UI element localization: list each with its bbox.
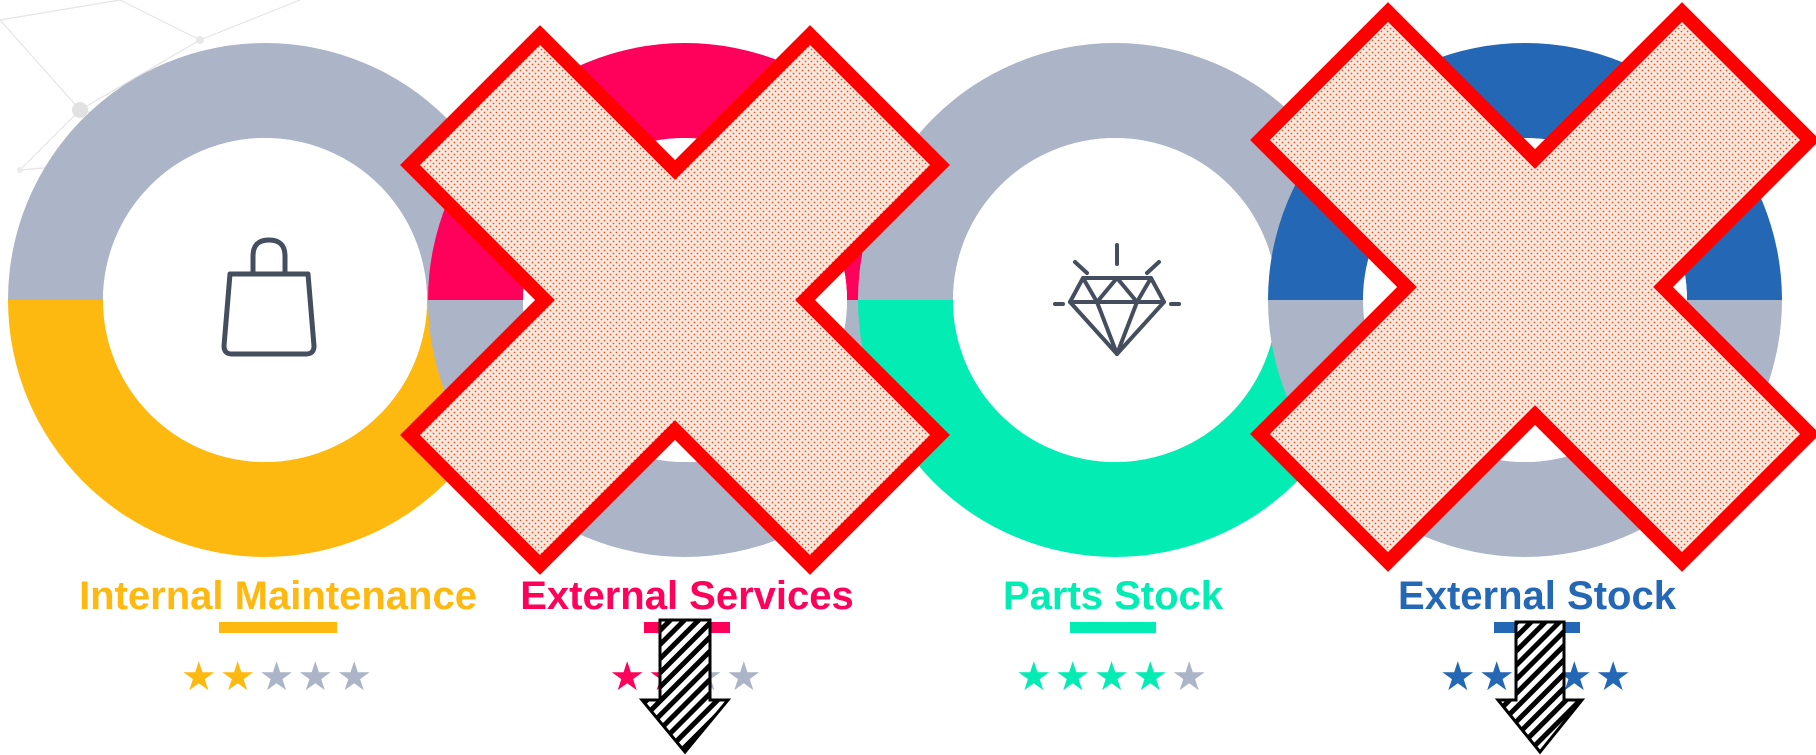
ring-center: [523, 138, 847, 462]
rating-stars-internal-maintenance: ★★★★★: [181, 657, 375, 697]
star-filled-icon: ★: [1517, 654, 1557, 700]
star-filled-icon: ★: [1595, 654, 1635, 700]
star-filled-icon: ★: [219, 654, 259, 700]
star-filled-icon: ★: [1015, 654, 1055, 700]
star-empty-icon: ★: [336, 654, 376, 700]
star-filled-icon: ★: [1556, 654, 1596, 700]
star-filled-icon: ★: [1439, 654, 1479, 700]
star-empty-icon: ★: [297, 654, 337, 700]
item-underline-internal-maintenance: [219, 622, 337, 633]
star-filled-icon: ★: [180, 654, 220, 700]
star-filled-icon: ★: [1054, 654, 1094, 700]
star-filled-icon: ★: [648, 654, 687, 700]
star-empty-icon: ★: [258, 654, 298, 700]
diagram-canvas: [0, 0, 1782, 557]
ring-center: [1363, 138, 1687, 462]
star-filled-icon: ★: [1132, 654, 1172, 700]
rating-stars-external-services: ★★★★: [609, 657, 764, 697]
rings-group: [8, 43, 1782, 557]
star-empty-icon: ★: [1171, 654, 1211, 700]
star-empty-icon: ★: [687, 654, 726, 700]
item-title-external-stock: External Stock: [1398, 574, 1676, 618]
star-filled-icon: ★: [1093, 654, 1133, 700]
item-title-parts-stock: Parts Stock: [1002, 574, 1224, 618]
star-filled-icon: ★: [609, 654, 649, 700]
item-title-internal-maintenance: Internal Maintenance: [79, 574, 477, 618]
item-underline-external-services: [644, 622, 730, 633]
donut-ring-external-stock: [1268, 43, 1782, 557]
rating-stars-external-stock: ★★★★★: [1440, 657, 1634, 697]
star-empty-icon: ★: [725, 654, 765, 700]
rating-stars-parts-stock: ★★★★★: [1016, 657, 1210, 697]
item-title-external-services: External Services: [520, 574, 854, 618]
item-underline-external-stock: [1494, 622, 1580, 633]
item-underline-parts-stock: [1070, 622, 1156, 633]
star-filled-icon: ★: [1478, 654, 1518, 700]
ring-center: [103, 138, 427, 462]
